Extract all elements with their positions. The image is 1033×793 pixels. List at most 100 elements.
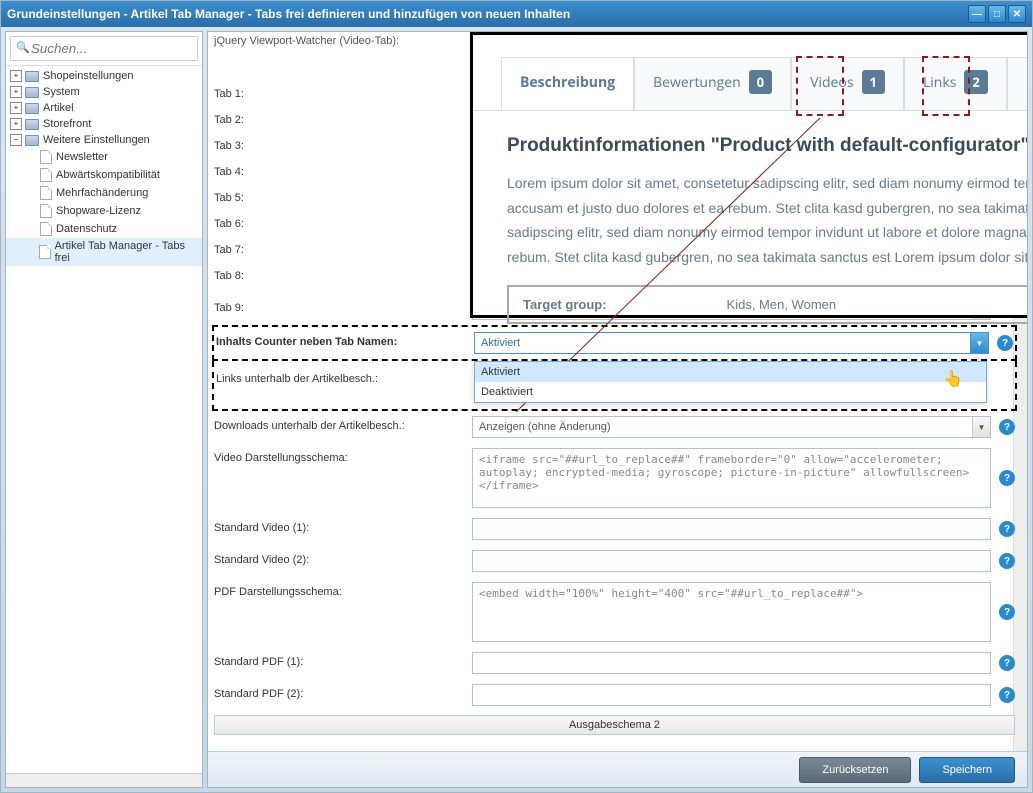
tree-storefront[interactable]: +Storefront <box>6 116 202 132</box>
save-button[interactable]: Speichern <box>919 757 1015 783</box>
preview-target-group: Target group: Kids, Men, Women <box>507 285 1027 324</box>
video1-label: Standard Video (1): <box>214 518 472 534</box>
tab4-label: Tab 4: <box>214 162 472 178</box>
folder-icon <box>25 119 39 130</box>
search-icon: 🔍 <box>16 41 30 54</box>
window-body: 🔍 +Shopeinstellungen +System +Artikel +S… <box>1 27 1032 792</box>
page-icon <box>40 150 52 164</box>
badge-bewertungen: 0 <box>749 70 772 94</box>
help-icon[interactable]: ? <box>999 521 1015 537</box>
folder-icon <box>25 71 39 82</box>
page-icon <box>40 168 52 182</box>
reset-button[interactable]: Zurücksetzen <box>799 757 911 783</box>
tree-datenschutz[interactable]: Datenschutz <box>6 220 202 238</box>
video-schema-label: Video Darstellungsschema: <box>214 448 472 464</box>
tree-tabmanager[interactable]: Artikel Tab Manager - Tabs frei <box>6 238 202 266</box>
window-buttons: — □ ✕ <box>968 5 1026 23</box>
target-value: Kids, Men, Women <box>727 297 837 312</box>
video2-input[interactable] <box>472 550 991 572</box>
tab7-label: Tab 7: <box>214 240 472 256</box>
tab3-label: Tab 3: <box>214 136 472 152</box>
collapse-icon[interactable]: − <box>10 134 22 146</box>
dropdown-option-deaktiviert[interactable]: Deaktiviert <box>475 382 986 402</box>
tab2-label: Tab 2: <box>214 110 472 126</box>
preview-tab-bewertungen[interactable]: Bewertungen0 <box>634 57 791 110</box>
expand-icon[interactable]: + <box>10 102 22 114</box>
pdf1-input[interactable] <box>472 652 991 674</box>
tree-lizenz[interactable]: Shopware-Lizenz <box>6 202 202 220</box>
tab5-label: Tab 5: <box>214 188 472 204</box>
tab1-label: Tab 1: <box>214 84 472 100</box>
folder-icon <box>25 87 39 98</box>
minimize-button[interactable]: — <box>968 5 986 23</box>
tree-mehrfach[interactable]: Mehrfachänderung <box>6 184 202 202</box>
badge-videos: 1 <box>862 70 885 94</box>
counter-dropdown[interactable]: Aktiviert Deaktiviert <box>474 361 987 403</box>
titlebar[interactable]: Grundeinstellungen - Artikel Tab Manager… <box>1 1 1032 27</box>
counter-label: Inhalts Counter neben Tab Namen: <box>216 332 474 348</box>
chevron-down-icon[interactable]: ▼ <box>972 417 990 437</box>
target-label: Target group: <box>523 297 607 312</box>
close-button[interactable]: ✕ <box>1008 5 1026 23</box>
badge-links: 2 <box>964 70 987 94</box>
preview-heading: Produktinformationen "Product with defau… <box>507 135 1027 157</box>
settings-window: Grundeinstellungen - Artikel Tab Manager… <box>0 0 1033 793</box>
links-label: Links unterhalb der Artikelbesch.: <box>216 369 474 385</box>
tab9-label: Tab 9: <box>214 298 472 314</box>
viewport-watcher-label: jQuery Viewport-Watcher (Video-Tab): <box>214 32 472 47</box>
maximize-button[interactable]: □ <box>988 5 1006 23</box>
preview-tabs: Beschreibung Bewertungen0 Videos1 Links2… <box>473 35 1027 111</box>
help-icon[interactable]: ? <box>999 687 1015 703</box>
search-input[interactable] <box>10 36 198 61</box>
pdf-schema-label: PDF Darstellungsschema: <box>214 582 472 598</box>
page-icon <box>39 245 51 259</box>
downloads-select[interactable]: Anzeigen (ohne Änderung)▼ <box>472 416 991 438</box>
form-scroll: jQuery Viewport-Watcher (Video-Tab): Tab… <box>208 32 1027 751</box>
preview-tab-videos[interactable]: Videos1 <box>791 57 904 110</box>
tab6-label: Tab 6: <box>214 214 472 230</box>
tree-newsletter[interactable]: Newsletter <box>6 148 202 166</box>
settings-tree[interactable]: +Shopeinstellungen +System +Artikel +Sto… <box>6 66 202 773</box>
folder-icon <box>25 103 39 114</box>
help-icon[interactable]: ? <box>999 419 1015 435</box>
page-icon <box>40 204 52 218</box>
dropdown-option-aktiviert[interactable]: Aktiviert <box>475 362 986 382</box>
tree-weitere[interactable]: −Weitere Einstellungen <box>6 132 202 148</box>
page-icon <box>40 186 52 200</box>
dropdown-highlight: Links unterhalb der Artikelbesch.: Aktiv… <box>212 361 1017 411</box>
expand-icon[interactable]: + <box>10 86 22 98</box>
help-icon[interactable]: ? <box>999 470 1015 486</box>
help-icon[interactable]: ? <box>999 553 1015 569</box>
preview-tab-pdfs[interactable]: PDFs1 <box>1007 57 1027 110</box>
video-schema-textarea[interactable] <box>472 448 991 508</box>
video1-input[interactable] <box>472 518 991 540</box>
sidebar-hscroll[interactable] <box>6 773 202 787</box>
pdf-schema-textarea[interactable] <box>472 582 991 642</box>
tree-abwaerts[interactable]: Abwärtskompatibilität <box>6 166 202 184</box>
pdf2-input[interactable] <box>472 684 991 706</box>
expand-icon[interactable]: + <box>10 70 22 82</box>
tree-system[interactable]: +System <box>6 84 202 100</box>
video2-label: Standard Video (2): <box>214 550 472 566</box>
tab-preview-overlay: Beschreibung Bewertungen0 Videos1 Links2… <box>470 32 1027 318</box>
preview-tab-links[interactable]: Links2 <box>904 57 1007 110</box>
downloads-label: Downloads unterhalb der Artikelbesch.: <box>214 416 472 432</box>
tree-shopeinstellungen[interactable]: +Shopeinstellungen <box>6 68 202 84</box>
tree-artikel[interactable]: +Artikel <box>6 100 202 116</box>
help-icon[interactable]: ? <box>999 655 1015 671</box>
preview-tab-beschreibung[interactable]: Beschreibung <box>501 57 634 110</box>
window-title: Grundeinstellungen - Artikel Tab Manager… <box>7 7 968 21</box>
search-container: 🔍 <box>6 32 202 66</box>
pdf1-label: Standard PDF (1): <box>214 652 472 668</box>
preview-text: Lorem ipsum dolor sit amet, consetetur s… <box>507 171 1027 269</box>
main-panel: jQuery Viewport-Watcher (Video-Tab): Tab… <box>207 31 1028 788</box>
page-icon <box>40 222 52 236</box>
expand-icon[interactable]: + <box>10 118 22 130</box>
section-ausgabeschema2[interactable]: Ausgabeschema 2 <box>214 715 1015 735</box>
preview-body: Produktinformationen "Product with defau… <box>473 111 1027 348</box>
form-area: jQuery Viewport-Watcher (Video-Tab): Tab… <box>208 32 1027 751</box>
button-bar: Zurücksetzen Speichern <box>208 751 1027 787</box>
sidebar: 🔍 +Shopeinstellungen +System +Artikel +S… <box>5 31 203 788</box>
tab8-label: Tab 8: <box>214 266 472 282</box>
help-icon[interactable]: ? <box>999 604 1015 620</box>
